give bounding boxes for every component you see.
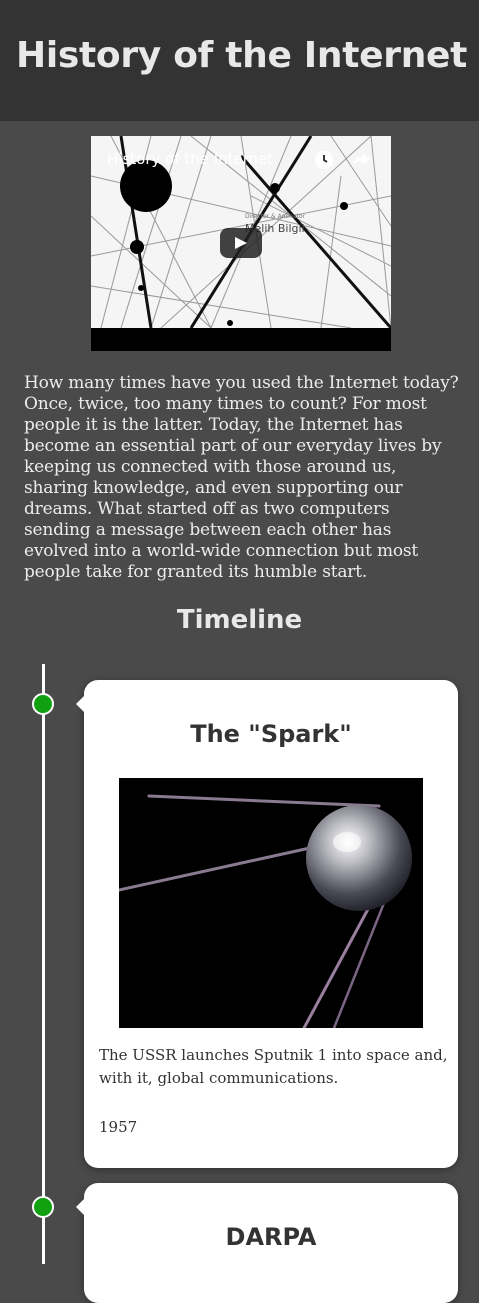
play-icon bbox=[235, 237, 247, 249]
timeline-card-spark: The "Spark" The USSR launches Sputnik 1 … bbox=[76, 680, 458, 1168]
page-header: History of the Internet bbox=[0, 0, 479, 121]
play-button[interactable] bbox=[220, 228, 262, 258]
video-thumbnail[interactable]: History of the Internet Director & Anima… bbox=[91, 136, 391, 328]
timeline-dot-1957 bbox=[32, 693, 54, 715]
timeline-line bbox=[42, 664, 45, 1264]
page-title: History of the Internet bbox=[16, 35, 468, 76]
video-title[interactable]: History of the Internet bbox=[107, 150, 273, 168]
card-title: DARPA bbox=[225, 1223, 317, 1251]
video-player[interactable]: History of the Internet Director & Anima… bbox=[91, 136, 391, 351]
intro-paragraph: How many times have you used the Interne… bbox=[24, 373, 459, 582]
card-title: The "Spark" bbox=[190, 720, 352, 748]
share-icon[interactable] bbox=[351, 151, 371, 169]
timeline-dot-darpa bbox=[32, 1196, 54, 1218]
video-credit-role: Director & Animator bbox=[245, 213, 306, 220]
card-description: The USSR launches Sputnik 1 into space a… bbox=[99, 1046, 448, 1087]
watch-later-icon[interactable] bbox=[315, 151, 333, 169]
sputnik-image bbox=[119, 778, 423, 1028]
timeline-card-darpa: DARPA bbox=[76, 1183, 458, 1303]
card-date: 1957 bbox=[99, 1118, 138, 1136]
timeline-heading: Timeline bbox=[176, 605, 303, 635]
